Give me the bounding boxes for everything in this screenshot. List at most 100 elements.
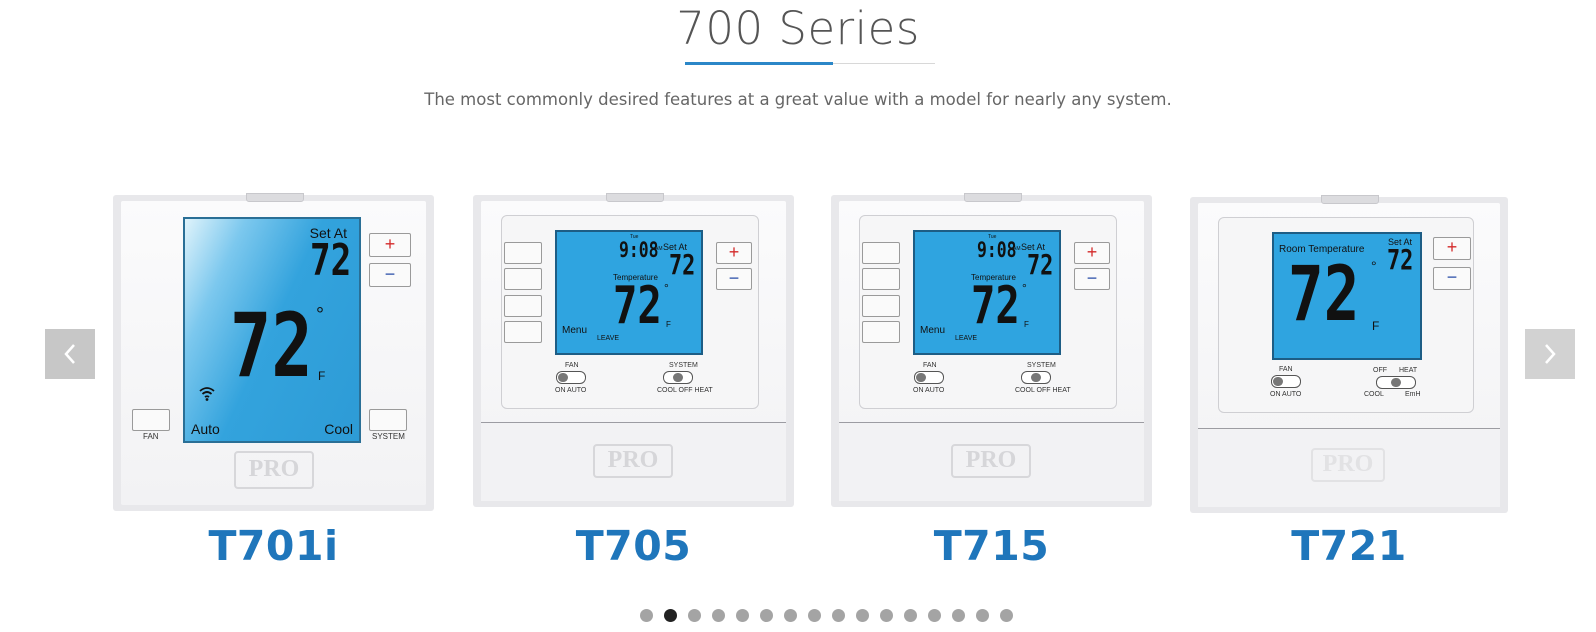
soft-button-1[interactable]	[862, 242, 900, 264]
degree-symbol: °	[316, 304, 324, 326]
soft-button-4[interactable]	[862, 321, 900, 343]
carousel-dot[interactable]	[999, 609, 1013, 622]
system-cool-label: COOL	[1364, 391, 1384, 398]
fan-button[interactable]	[132, 409, 170, 431]
thermostat-top-clip	[245, 193, 304, 202]
thermostat-top-clip	[1321, 195, 1379, 204]
system-options-label: COOL OFF HEAT	[1015, 387, 1071, 394]
product-card-t705[interactable]: Tue 9:08 AM Set At 72 Temperature 72 ° F…	[473, 193, 794, 507]
product-card-t721[interactable]: Room Temperature Set At 72 72 ° F + − FA…	[1190, 195, 1508, 513]
section-subtitle: The most commonly desired features at a …	[424, 90, 1172, 109]
fan-switch[interactable]	[914, 371, 944, 384]
soft-button-4[interactable]	[504, 321, 542, 343]
model-name-t715[interactable]: T715	[831, 522, 1152, 570]
model-name-t705[interactable]: T705	[473, 522, 794, 570]
system-label: SYSTEM	[669, 362, 698, 369]
fan-switch[interactable]	[556, 371, 586, 384]
fan-options-label: ON AUTO	[1270, 391, 1302, 398]
carousel-dot[interactable]	[879, 609, 893, 622]
decrease-button[interactable]: −	[1433, 267, 1471, 290]
mode-cool-label: Cool	[324, 421, 353, 437]
fan-options-label: ON AUTO	[555, 387, 587, 394]
section-title: 700 Series	[676, 2, 920, 55]
soft-button-3[interactable]	[862, 295, 900, 317]
pro-logo: PRO	[234, 451, 314, 489]
decrease-button[interactable]: −	[716, 268, 752, 290]
unit-label: F	[1024, 320, 1029, 329]
system-options-label: COOL OFF HEAT	[657, 387, 713, 394]
system-label: SYSTEM	[1027, 362, 1056, 369]
decrease-button[interactable]: −	[369, 263, 411, 287]
fan-label: FAN	[565, 362, 579, 369]
system-heat-label: HEAT	[1399, 367, 1418, 374]
set-temperature: 72	[1387, 243, 1414, 276]
system-switch[interactable]	[663, 371, 693, 384]
unit-label: F	[318, 369, 326, 383]
system-button[interactable]	[369, 409, 407, 431]
lcd-screen: Tue 9:08 AM Set At 72 Temperature 72 ° F…	[913, 230, 1061, 355]
product-card-t701i[interactable]: Set At 72 72 ° F Auto Cool + − FAN SYSTE…	[113, 193, 434, 511]
carousel-dot[interactable]	[807, 609, 821, 622]
soft-button-1[interactable]	[504, 242, 542, 264]
system-label: SYSTEM	[372, 432, 405, 441]
am-label: AM	[1013, 246, 1021, 252]
soft-button-3[interactable]	[504, 295, 542, 317]
carousel-dot[interactable]	[831, 609, 845, 622]
fan-options-label: ON AUTO	[913, 387, 945, 394]
system-emh-label: EmH	[1405, 391, 1421, 398]
carousel-dot[interactable]	[903, 609, 917, 622]
wifi-icon	[199, 387, 215, 401]
clock-time: 9:08	[977, 238, 1017, 262]
clock-time: 9:08	[619, 238, 659, 262]
fan-switch[interactable]	[1271, 375, 1301, 388]
room-temperature: 72	[613, 276, 662, 336]
carousel-dot[interactable]	[783, 609, 797, 622]
system-switch[interactable]	[1021, 371, 1051, 384]
set-temperature: 72	[1027, 248, 1054, 281]
carousel-dot[interactable]	[975, 609, 989, 622]
thermostat-top-clip	[963, 193, 1022, 202]
pro-logo: PRO	[951, 444, 1031, 478]
increase-button[interactable]: +	[1074, 242, 1110, 264]
am-label: AM	[655, 246, 663, 252]
lcd-screen: Room Temperature Set At 72 72 ° F	[1272, 232, 1422, 360]
increase-button[interactable]: +	[369, 233, 411, 257]
increase-button[interactable]: +	[716, 242, 752, 264]
carousel-dot[interactable]	[711, 609, 725, 622]
fan-label: FAN	[923, 362, 937, 369]
soft-button-2[interactable]	[862, 268, 900, 290]
soft-button-2[interactable]	[504, 268, 542, 290]
model-name-t701i[interactable]: T701i	[113, 522, 434, 570]
leave-label: LEAVE	[955, 335, 978, 342]
carousel-dot[interactable]	[687, 609, 701, 622]
fan-label: FAN	[143, 432, 159, 441]
system-off-label: OFF	[1373, 367, 1387, 374]
unit-label: F	[666, 320, 671, 329]
carousel-pagination	[0, 609, 1596, 622]
decrease-button[interactable]: −	[1074, 268, 1110, 290]
menu-label: Menu	[920, 325, 946, 336]
menu-label: Menu	[562, 325, 588, 336]
carousel-dot[interactable]	[639, 609, 653, 622]
carousel-dot[interactable]	[735, 609, 749, 622]
degree-symbol: °	[664, 281, 669, 295]
lcd-screen: Tue 9:08 AM Set At 72 Temperature 72 ° F…	[555, 230, 703, 355]
carousel-dot[interactable]	[663, 609, 677, 622]
product-card-t715[interactable]: Tue 9:08 AM Set At 72 Temperature 72 ° F…	[831, 193, 1152, 507]
carousel-dot[interactable]	[951, 609, 965, 622]
carousel-dot[interactable]	[927, 609, 941, 622]
carousel-next-button[interactable]	[1525, 329, 1575, 379]
model-name-t721[interactable]: T721	[1190, 522, 1508, 570]
room-temperature: 72	[971, 276, 1020, 336]
fan-label: FAN	[1279, 366, 1293, 373]
increase-button[interactable]: +	[1433, 237, 1471, 260]
degree-symbol: °	[1371, 258, 1377, 274]
set-temperature: 72	[669, 248, 696, 281]
carousel-dot[interactable]	[759, 609, 773, 622]
set-temperature: 72	[310, 235, 352, 286]
system-switch[interactable]	[1376, 376, 1416, 389]
carousel-prev-button[interactable]	[45, 329, 95, 379]
leave-label: LEAVE	[597, 335, 620, 342]
carousel-dot[interactable]	[855, 609, 869, 622]
title-underline-accent	[685, 62, 833, 65]
